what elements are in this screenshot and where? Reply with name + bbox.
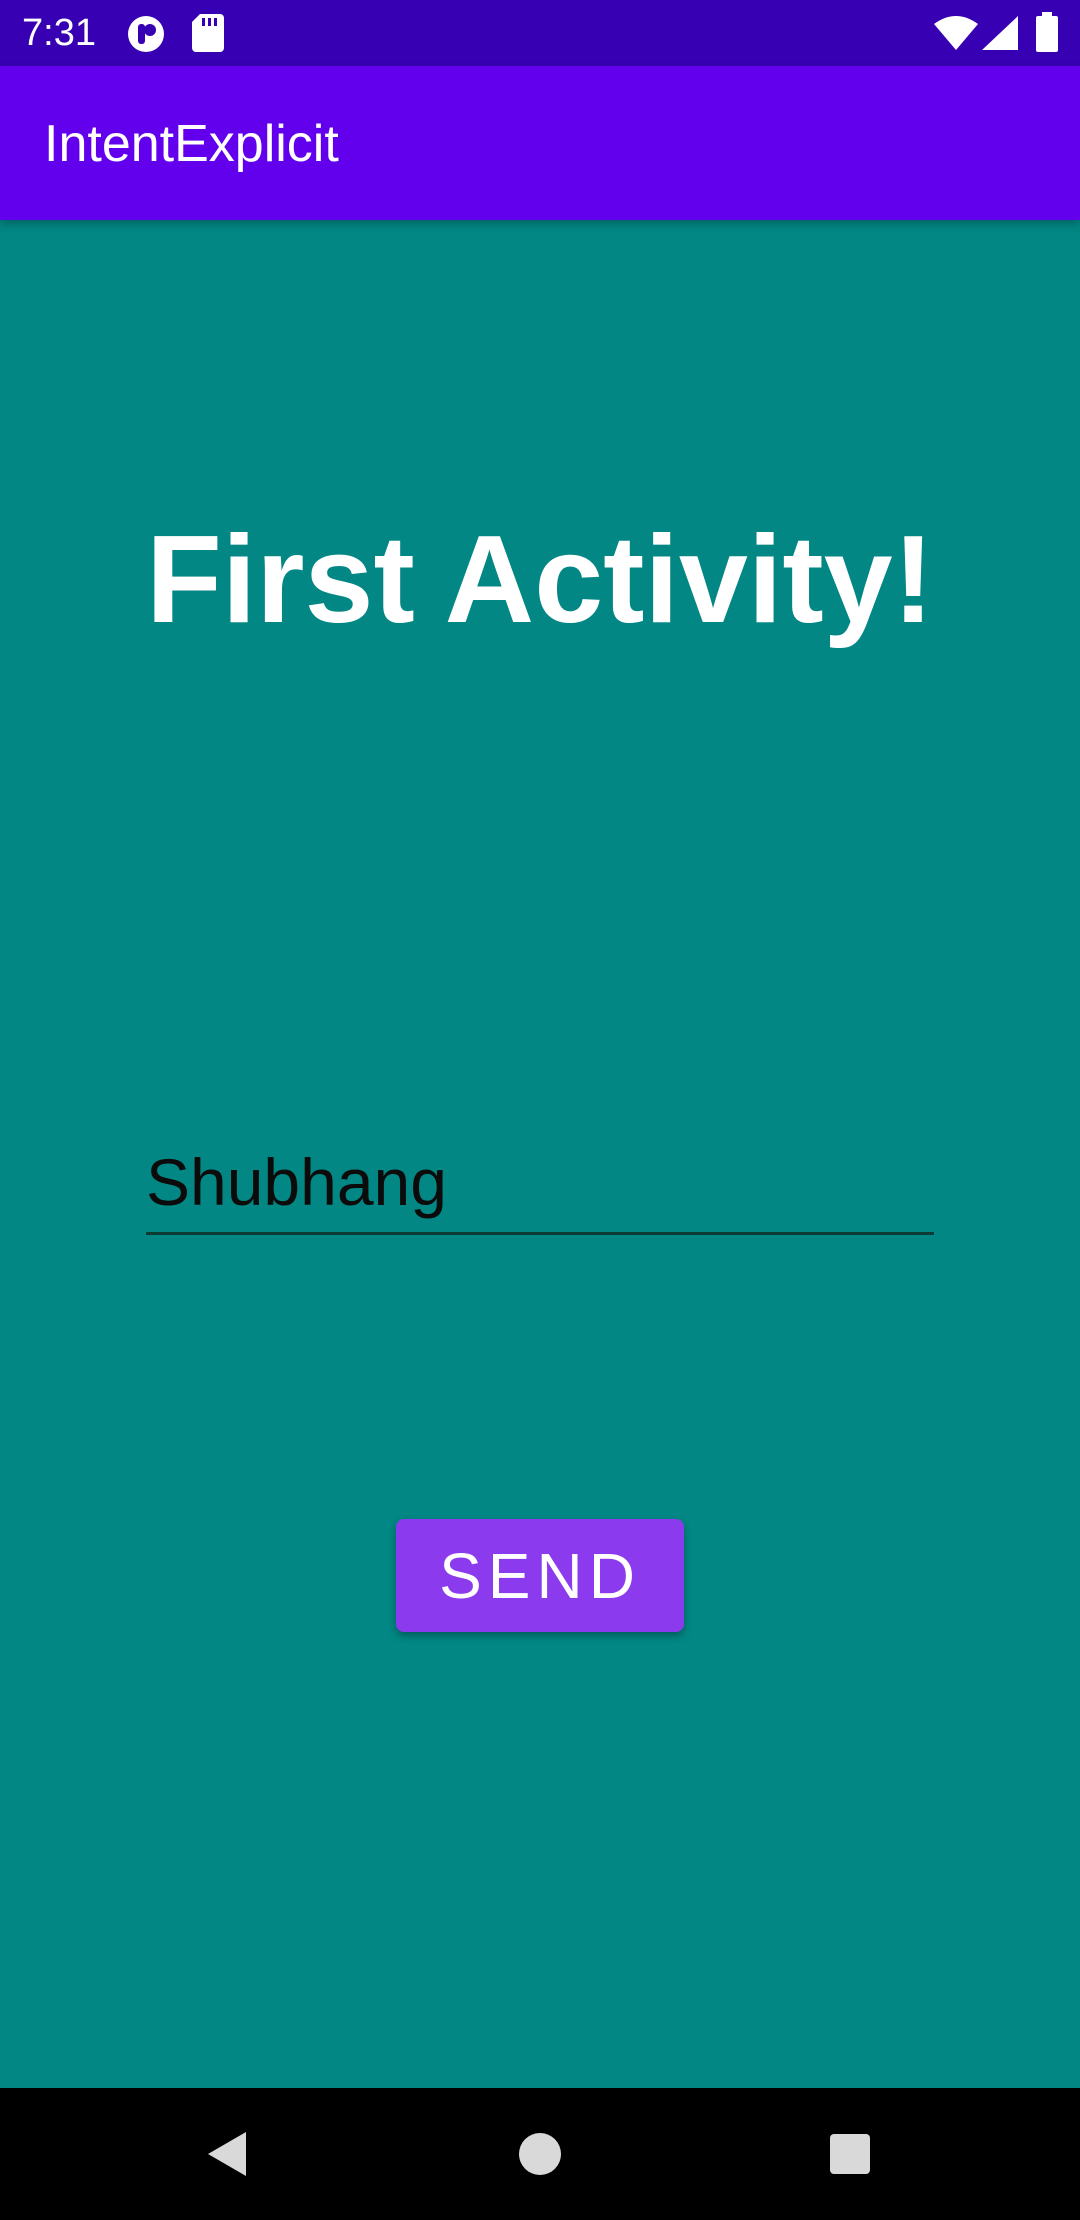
name-input[interactable] [146, 1132, 934, 1235]
back-icon[interactable] [196, 2118, 268, 2190]
cell-signal-icon [982, 16, 1018, 50]
recents-icon[interactable] [814, 2118, 886, 2190]
status-time: 7:31 [22, 12, 96, 54]
wifi-icon [934, 16, 978, 50]
sd-card-icon [192, 14, 224, 52]
home-icon[interactable] [504, 2118, 576, 2190]
send-button[interactable]: SEND [396, 1519, 684, 1632]
page-title: First Activity! [146, 511, 934, 649]
app-bar: IntentExplicit [0, 66, 1080, 220]
app-screen: 7:31 IntentExplicit First Activity! SE [0, 0, 1080, 2220]
battery-icon [1036, 12, 1058, 52]
status-bar: 7:31 [0, 0, 1080, 66]
app-title: IntentExplicit [44, 115, 339, 173]
app-notification-icon [128, 16, 164, 52]
